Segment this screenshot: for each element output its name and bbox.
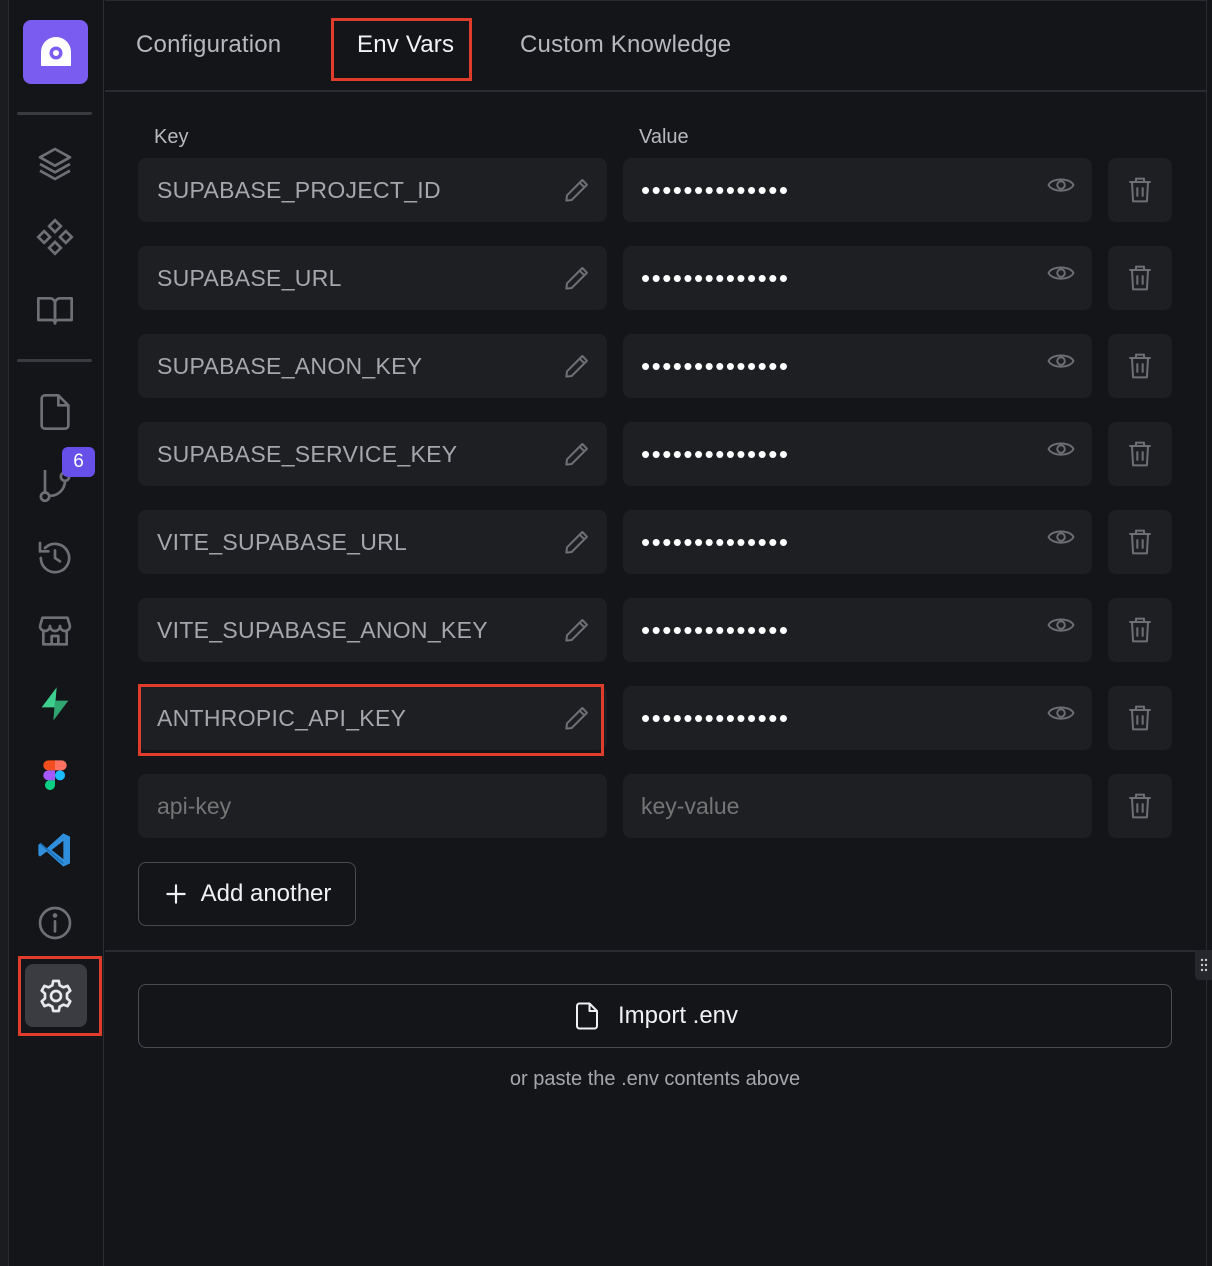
edit-pencil-icon[interactable]: [561, 262, 593, 294]
delete-button[interactable]: [1108, 686, 1172, 750]
import-env-label: Import .env: [617, 1002, 739, 1029]
env-value-field[interactable]: ••••••••••••••: [623, 686, 1092, 750]
trash-icon: [1129, 177, 1151, 203]
eye-icon[interactable]: [1044, 170, 1078, 200]
new-value-input[interactable]: [623, 774, 1092, 838]
import-env-button[interactable]: Import .env: [138, 984, 1172, 1048]
store-icon[interactable]: [31, 607, 79, 655]
env-key-text: SUPABASE_ANON_KEY: [157, 352, 423, 379]
value-column-label: Value: [639, 126, 689, 148]
add-another-label: Add another: [200, 880, 332, 907]
masked-value: ••••••••••••••: [641, 527, 790, 557]
add-another-button[interactable]: Add another: [138, 862, 356, 926]
edit-pencil-icon[interactable]: [561, 526, 593, 558]
env-key-field[interactable]: SUPABASE_URL: [138, 246, 607, 310]
masked-value: ••••••••••••••: [641, 615, 790, 645]
env-value-field[interactable]: ••••••••••••••: [623, 246, 1092, 310]
masked-value: ••••••••••••••: [641, 439, 790, 469]
env-key-text: SUPABASE_SERVICE_KEY: [157, 440, 458, 467]
delete-button[interactable]: [1108, 598, 1172, 662]
env-key-text: VITE_SUPABASE_URL: [157, 528, 408, 555]
env-key-text: VITE_SUPABASE_ANON_KEY: [157, 616, 488, 643]
env-value-field[interactable]: ••••••••••••••: [623, 598, 1092, 662]
key-column-label: Key: [154, 126, 189, 148]
components-icon[interactable]: [31, 213, 79, 261]
env-key-field[interactable]: SUPABASE_SERVICE_KEY: [138, 422, 607, 486]
edit-pencil-icon[interactable]: [561, 614, 593, 646]
masked-value: ••••••••••••••: [641, 263, 790, 293]
file-icon[interactable]: [31, 388, 79, 436]
sidebar-divider: [17, 112, 92, 115]
delete-button[interactable]: [1108, 246, 1172, 310]
delete-button[interactable]: [1108, 334, 1172, 398]
edit-pencil-icon[interactable]: [561, 350, 593, 382]
env-value-field[interactable]: ••••••••••••••: [623, 510, 1092, 574]
info-icon[interactable]: [31, 899, 79, 947]
env-key-field[interactable]: VITE_SUPABASE_URL: [138, 510, 607, 574]
eye-icon[interactable]: [1044, 258, 1078, 288]
eye-icon[interactable]: [1044, 346, 1078, 376]
trash-icon: [1129, 793, 1151, 819]
tab-custom-knowledge[interactable]: Custom Knowledge: [520, 31, 731, 59]
trash-icon: [1129, 265, 1151, 291]
paste-hint-text: or paste the .env contents above: [509, 1068, 801, 1090]
eye-icon[interactable]: [1044, 698, 1078, 728]
delete-button[interactable]: [1108, 510, 1172, 574]
history-icon[interactable]: [31, 534, 79, 582]
tab-bar: Configuration Env Vars Custom Knowledge: [105, 0, 1207, 92]
trash-icon: [1129, 353, 1151, 379]
env-key-field[interactable]: SUPABASE_PROJECT_ID: [138, 158, 607, 222]
trash-icon: [1129, 441, 1151, 467]
supabase-icon[interactable]: [31, 680, 79, 728]
trash-icon: [1129, 617, 1151, 643]
eye-icon[interactable]: [1044, 434, 1078, 464]
figma-icon[interactable]: [31, 753, 79, 801]
trash-icon: [1129, 529, 1151, 555]
env-value-field[interactable]: ••••••••••••••: [623, 158, 1092, 222]
section-divider: [105, 950, 1206, 952]
key-highlight-box: [138, 684, 604, 756]
masked-value: ••••••••••••••: [641, 703, 790, 733]
trash-icon: [1129, 705, 1151, 731]
app-logo[interactable]: [23, 20, 88, 84]
env-value-field[interactable]: ••••••••••••••: [623, 422, 1092, 486]
env-value-field[interactable]: ••••••••••••••: [623, 334, 1092, 398]
file-icon: [575, 1002, 598, 1030]
logo-icon: [40, 37, 71, 66]
changes-count-badge: 6: [62, 447, 95, 477]
edit-pencil-icon[interactable]: [561, 438, 593, 470]
app-window: 6 Configuration Env Vars Custom Knowledg…: [0, 0, 1212, 1266]
settings-highlight-box: [18, 956, 102, 1036]
env-key-text: SUPABASE_PROJECT_ID: [157, 176, 441, 203]
vscode-icon[interactable]: [31, 826, 79, 874]
layers-icon[interactable]: [31, 140, 79, 188]
delete-button[interactable]: [1108, 774, 1172, 838]
sidebar-divider: [17, 359, 92, 362]
plus-icon: [165, 884, 186, 904]
masked-value: ••••••••••••••: [641, 351, 790, 381]
delete-button[interactable]: [1108, 158, 1172, 222]
eye-icon[interactable]: [1044, 610, 1078, 640]
tab-highlight-box: [331, 18, 472, 81]
delete-button[interactable]: [1108, 422, 1172, 486]
env-key-field[interactable]: SUPABASE_ANON_KEY: [138, 334, 607, 398]
new-key-input[interactable]: [138, 774, 607, 838]
masked-value: ••••••••••••••: [641, 175, 790, 205]
env-key-field[interactable]: VITE_SUPABASE_ANON_KEY: [138, 598, 607, 662]
book-icon[interactable]: [31, 286, 79, 334]
drag-dots-icon: [1200, 958, 1207, 972]
tab-configuration[interactable]: Configuration: [136, 31, 281, 59]
env-key-text: SUPABASE_URL: [157, 264, 342, 291]
eye-icon[interactable]: [1044, 522, 1078, 552]
resize-handle[interactable]: [1195, 950, 1212, 980]
edit-pencil-icon[interactable]: [561, 174, 593, 206]
